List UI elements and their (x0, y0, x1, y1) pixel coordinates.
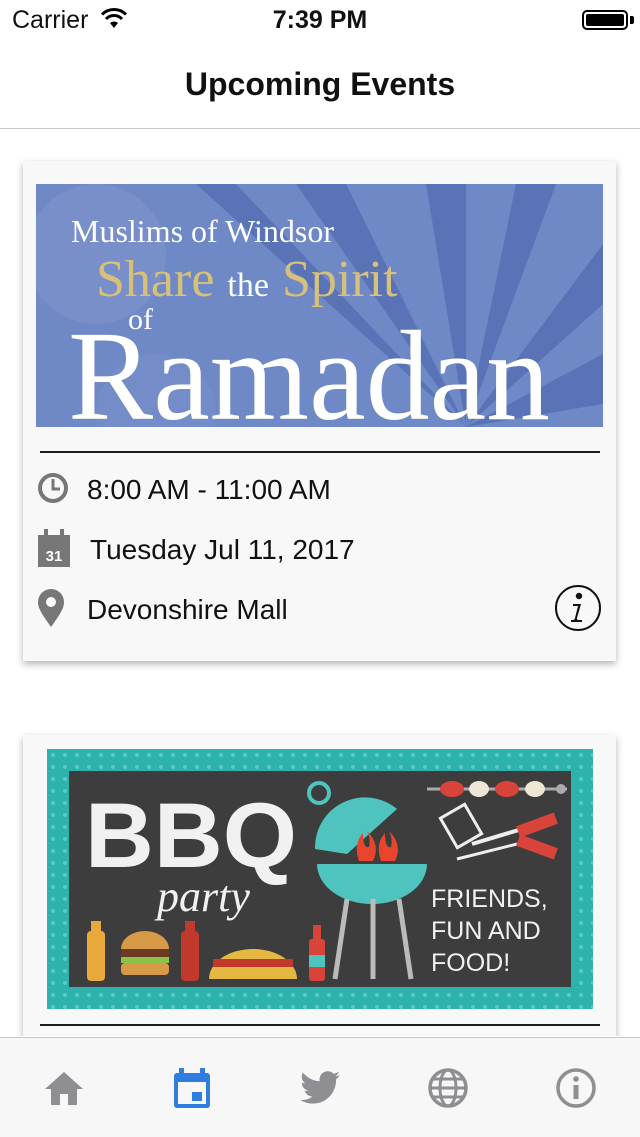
status-bar: Carrier 7:39 PM (0, 0, 640, 40)
banner-ramadan: Ramadan (68, 305, 550, 427)
event-location-row: Devonshire Mall (37, 586, 597, 630)
event-banner-image[interactable]: Muslims of Windsor Share the Spirit of R… (36, 184, 603, 427)
calendar-icon: 31 (38, 529, 70, 567)
banner-spirit: Spirit (282, 251, 398, 308)
twitter-icon[interactable] (298, 1066, 342, 1110)
calendar-icon[interactable] (170, 1066, 214, 1110)
nav-header: Upcoming Events (0, 40, 640, 129)
info-icon[interactable] (554, 584, 602, 632)
status-time: 7:39 PM (272, 6, 368, 34)
globe-icon[interactable] (426, 1066, 470, 1110)
calendar-day: 31 (46, 548, 63, 565)
location-pin-icon (38, 589, 64, 627)
events-list[interactable]: Muslims of Windsor Share the Spirit of R… (0, 129, 640, 1036)
event-date: Tuesday Jul 11, 2017 (90, 534, 355, 565)
event-card[interactable]: Muslims of Windsor Share the Spirit of R… (23, 161, 616, 661)
card-divider (40, 1024, 600, 1026)
page-title: Upcoming Events (184, 66, 456, 102)
banner-share: Share (96, 251, 214, 308)
banner-tag-2: FUN AND (431, 917, 541, 945)
ramadan-banner-graphic: Muslims of Windsor Share the Spirit of R… (36, 184, 603, 427)
event-banner-image[interactable]: BBQ party FRIENDS, FUN AND FOOD! (47, 749, 593, 1009)
banner-line-1: Muslims of Windsor (71, 213, 334, 249)
event-date-row: 31 Tuesday Jul 11, 2017 (37, 526, 597, 570)
about-icon[interactable] (554, 1066, 598, 1110)
event-location: Devonshire Mall (87, 594, 288, 625)
banner-tag-3: FOOD! (431, 949, 510, 977)
clock-icon (38, 473, 68, 503)
banner-party: party (154, 872, 250, 921)
event-card[interactable]: BBQ party FRIENDS, FUN AND FOOD! (23, 735, 616, 1036)
banner-tag-1: FRIENDS, (431, 885, 548, 913)
tab-bar (0, 1037, 640, 1137)
banner-the: the (227, 267, 269, 304)
bbq-banner-graphic: BBQ party FRIENDS, FUN AND FOOD! (47, 749, 593, 1009)
battery-tip (630, 16, 634, 24)
event-time-row: 8:00 AM - 11:00 AM (37, 466, 597, 510)
home-icon[interactable] (42, 1066, 86, 1110)
event-time: 8:00 AM - 11:00 AM (87, 474, 331, 505)
battery-icon (582, 10, 628, 30)
card-divider (40, 451, 600, 453)
